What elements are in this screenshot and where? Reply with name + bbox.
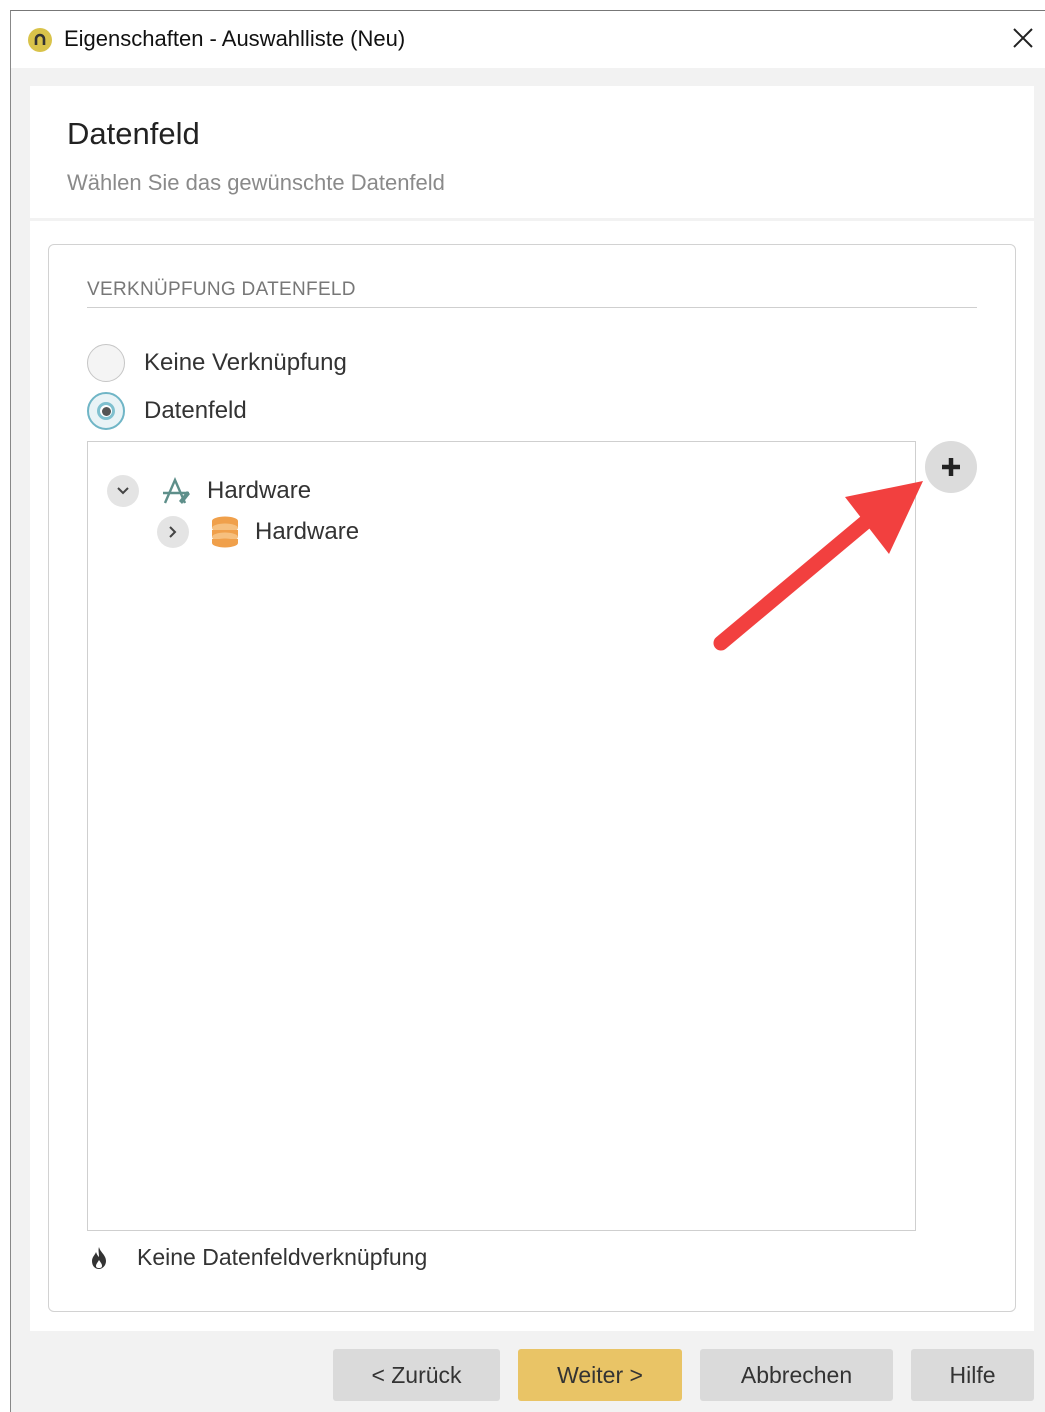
app-designer-icon <box>161 477 191 505</box>
help-button[interactable]: Hilfe <box>911 1349 1034 1401</box>
title-bar: Eigenschaften - Auswahlliste (Neu) <box>11 11 1045 68</box>
radio-datafield[interactable]: Datenfeld <box>87 392 247 430</box>
tree-node-root-label: Hardware <box>207 477 312 504</box>
section-label: VERKNÜPFUNG DATENFELD <box>87 279 356 300</box>
expand-toggle-root[interactable] <box>107 475 139 507</box>
cancel-button[interactable]: Abbrechen <box>700 1349 893 1401</box>
expand-toggle-child[interactable] <box>157 516 189 548</box>
app-logo-icon <box>28 28 52 52</box>
tree-node-child-label: Hardware <box>255 518 360 545</box>
add-datafield-button[interactable] <box>925 441 977 493</box>
content-area: VERKNÜPFUNG DATENFELD Keine Verknüpfung … <box>30 221 1034 1331</box>
status-line: Keine Datenfeldverknüpfung <box>91 1244 427 1271</box>
dialog-window: Eigenschaften - Auswahlliste (Neu) Daten… <box>10 10 1045 1412</box>
tree-node-root[interactable]: Hardware <box>107 475 311 507</box>
tree-node-child[interactable]: Hardware <box>157 516 359 548</box>
close-icon <box>1013 28 1033 48</box>
datafield-tree[interactable]: Hardware Hardware <box>87 441 916 1231</box>
plus-icon <box>942 458 960 476</box>
radio-no-link-label: Keine Verknüpfung <box>144 349 347 376</box>
database-icon <box>211 516 239 548</box>
flame-icon <box>92 1246 106 1269</box>
page-title: Datenfeld <box>67 116 200 151</box>
radio-no-link-circle[interactable] <box>87 344 125 382</box>
back-button[interactable]: < Zurück <box>333 1349 500 1401</box>
header-card: Datenfeld Wählen Sie das gewünschte Date… <box>30 86 1034 218</box>
chevron-down-icon <box>117 487 129 495</box>
chevron-right-icon <box>169 526 177 538</box>
window-title: Eigenschaften - Auswahlliste (Neu) <box>64 26 406 51</box>
section-divider <box>87 307 977 308</box>
next-button[interactable]: Weiter > <box>518 1349 682 1401</box>
page-subtitle: Wählen Sie das gewünschte Datenfeld <box>67 170 445 195</box>
status-text: Keine Datenfeldverknüpfung <box>137 1244 428 1270</box>
radio-datafield-label: Datenfeld <box>144 397 247 424</box>
datafield-panel: VERKNÜPFUNG DATENFELD Keine Verknüpfung … <box>48 244 1016 1312</box>
radio-datafield-circle[interactable] <box>87 392 125 430</box>
radio-no-link[interactable]: Keine Verknüpfung <box>87 344 347 382</box>
close-button[interactable] <box>1008 23 1038 53</box>
